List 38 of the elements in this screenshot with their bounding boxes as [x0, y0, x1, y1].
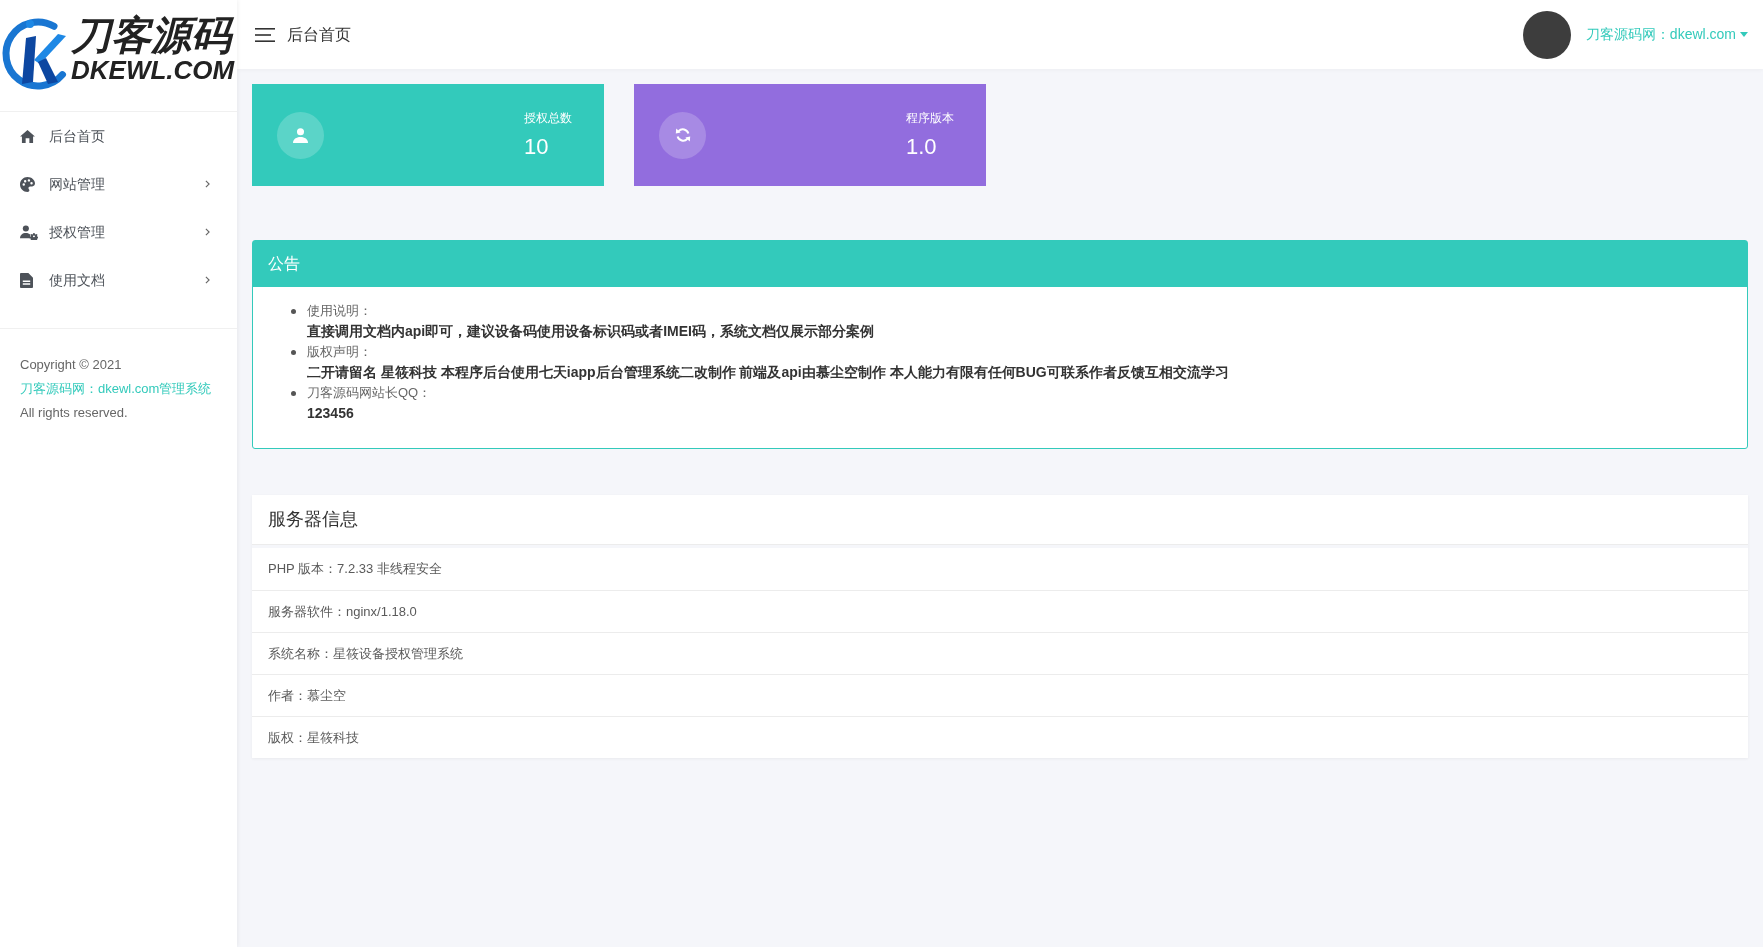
chevron-right-icon: [205, 276, 210, 284]
info-text: 系统名称：星筱设备授权管理系统: [268, 644, 463, 663]
sidebar-item[interactable]: 授权管理: [0, 208, 237, 256]
sidebar-item[interactable]: 使用文档: [0, 256, 237, 304]
palette-icon: [20, 176, 35, 192]
file-icon: [20, 272, 33, 288]
chevron-right-icon: [205, 180, 210, 188]
bullet-icon: [291, 391, 296, 396]
notice-text: 直接调用文档内api即可，建议设备码使用设备标识码或者IMEI码，系统文档仅展示部分案例: [307, 322, 874, 341]
notice-text: 123456: [307, 404, 354, 423]
bullet-icon: [291, 350, 296, 355]
stat-value: 10: [524, 134, 549, 160]
notice-text: 二开请留名 星筱科技 本程序后台使用七天iapp后台管理系统二改制作 前端及api由慕尘空制作 本人能力有限有任何BUG可联系作者反馈互相交流学习: [307, 363, 1229, 382]
sync-icon: [659, 111, 706, 159]
info-text: PHP 版本：7.2.33 非线程安全: [268, 560, 442, 579]
logo-subtitle: DKEWL.COM: [71, 56, 235, 84]
menu-icon[interactable]: [255, 27, 275, 42]
sidebar-item[interactable]: 网站管理: [0, 160, 237, 208]
notice-label: 刀客源码网站长QQ：: [307, 384, 432, 402]
bullet-icon: [291, 309, 296, 314]
chevron-right-icon: [205, 228, 210, 236]
info-text: 作者：慕尘空: [268, 686, 346, 705]
home-icon: [20, 129, 35, 143]
info-text: 版权：星筱科技: [268, 728, 359, 747]
notice-title: 公告: [268, 254, 300, 274]
stat-value: 1.0: [906, 134, 937, 160]
user-icon: [277, 111, 324, 159]
info-text: 服务器软件：nginx/1.18.0: [268, 602, 417, 621]
notice-label: 使用说明：: [307, 302, 372, 320]
sidebar-item[interactable]: 后台首页: [0, 112, 237, 160]
copyright-text: Copyright © 2021 刀客源码网：dkewl.com管理系统 All rights reserved.: [20, 356, 213, 422]
notice-label: 版权声明：: [307, 343, 372, 361]
stat-label: 程序版本: [906, 110, 954, 126]
stat-label: 授权总数: [524, 110, 572, 126]
user-gear-icon: [20, 224, 38, 240]
caret-down-icon: [1740, 32, 1748, 37]
card-title: 服务器信息: [268, 508, 358, 531]
page-title: 后台首页: [287, 24, 351, 45]
